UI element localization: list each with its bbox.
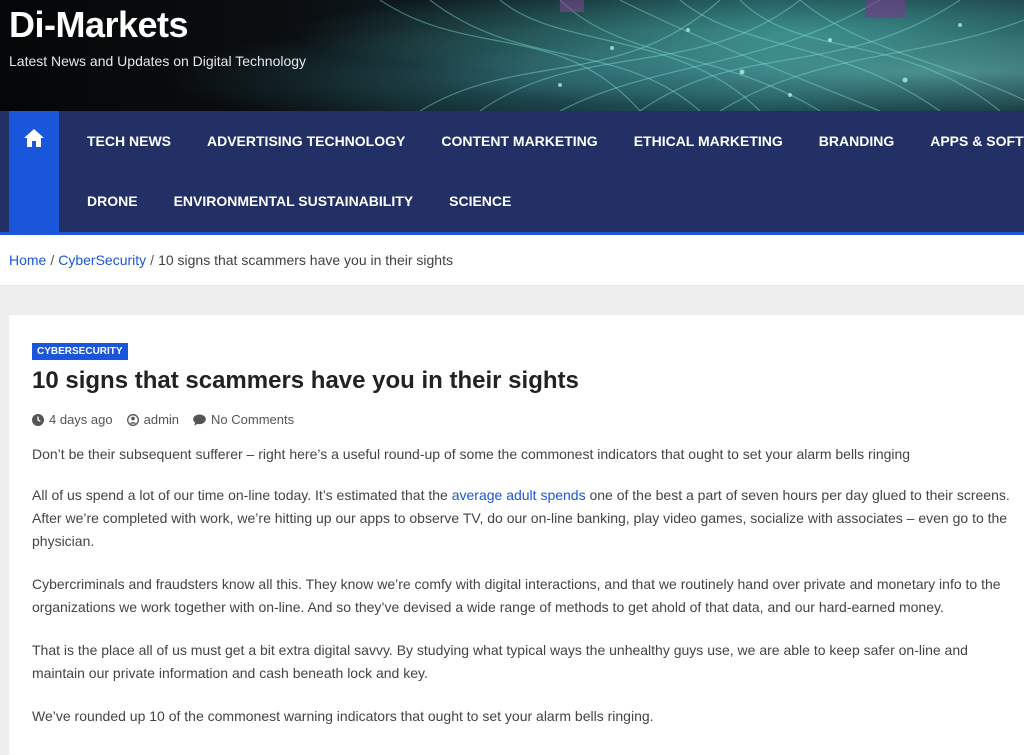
nav-row-2: DRONE ENVIRONMENTAL SUSTAINABILITY SCIEN… [69, 171, 529, 231]
article-paragraph-3: Cybercriminals and fraudsters know all t… [32, 576, 1001, 615]
article-meta: 4 days ago admin No Comments [32, 412, 308, 427]
nav-item-tech-news[interactable]: TECH NEWS [69, 133, 189, 149]
nav-home-button[interactable] [9, 111, 59, 232]
nav-item-apps-software[interactable]: APPS & SOFTWARE [912, 133, 1024, 149]
breadcrumb-separator: / [150, 252, 155, 268]
breadcrumb-home-link[interactable]: Home [9, 252, 46, 268]
site-title[interactable]: Di-Markets [9, 4, 189, 46]
nav-item-ethical-marketing[interactable]: ETHICAL MARKETING [616, 133, 801, 149]
article-paragraph-2: All of us spend a lot of our time on-lin… [32, 484, 1012, 553]
post-comments[interactable]: No Comments [193, 412, 294, 427]
clock-icon [32, 413, 44, 426]
user-icon [126, 413, 139, 426]
post-author-text: admin [143, 412, 180, 427]
article-paragraph-4: That is the place all of us must get a b… [32, 642, 968, 681]
comment-icon [193, 414, 206, 426]
average-adult-spends-link[interactable]: average adult spends [452, 487, 586, 503]
site-header: Di-Markets Latest News and Updates on Di… [0, 0, 1024, 111]
post-comments-text: No Comments [211, 412, 295, 427]
nav-item-drone[interactable]: DRONE [69, 193, 156, 209]
nav-item-science[interactable]: SCIENCE [431, 193, 529, 209]
category-badge[interactable]: CYBERSECURITY [32, 343, 128, 360]
nav-item-branding[interactable]: BRANDING [801, 133, 912, 149]
article-title: 10 signs that scammers have you in their… [32, 367, 579, 394]
breadcrumb-category-link[interactable]: CyberSecurity [58, 252, 146, 268]
article-paragraph-5: We’ve rounded up 10 of the commonest war… [32, 708, 654, 724]
article-card: CYBERSECURITY 10 signs that scammers hav… [9, 315, 1024, 755]
post-author[interactable]: admin [126, 412, 180, 427]
post-date-text: 4 days ago [49, 412, 113, 427]
article-paragraph-1: Don’t be their subsequent sufferer – rig… [32, 446, 911, 462]
breadcrumb-separator: / [50, 252, 55, 268]
paragraph-text: All of us spend a lot of our time on-lin… [32, 487, 452, 503]
home-icon [24, 129, 44, 147]
post-date[interactable]: 4 days ago [32, 412, 113, 427]
main-nav: TECH NEWS ADVERTISING TECHNOLOGY CONTENT… [0, 111, 1024, 235]
nav-item-advertising-technology[interactable]: ADVERTISING TECHNOLOGY [189, 133, 423, 149]
nav-row-1: TECH NEWS ADVERTISING TECHNOLOGY CONTENT… [69, 111, 1024, 171]
site-tagline: Latest News and Updates on Digital Techn… [9, 53, 307, 69]
nav-item-environmental-sustainability[interactable]: ENVIRONMENTAL SUSTAINABILITY [156, 193, 432, 209]
nav-item-content-marketing[interactable]: CONTENT MARKETING [423, 133, 615, 149]
breadcrumb-current: 10 signs that scammers have you in their… [158, 252, 453, 268]
breadcrumb: Home / CyberSecurity / 10 signs that sca… [0, 235, 1024, 286]
